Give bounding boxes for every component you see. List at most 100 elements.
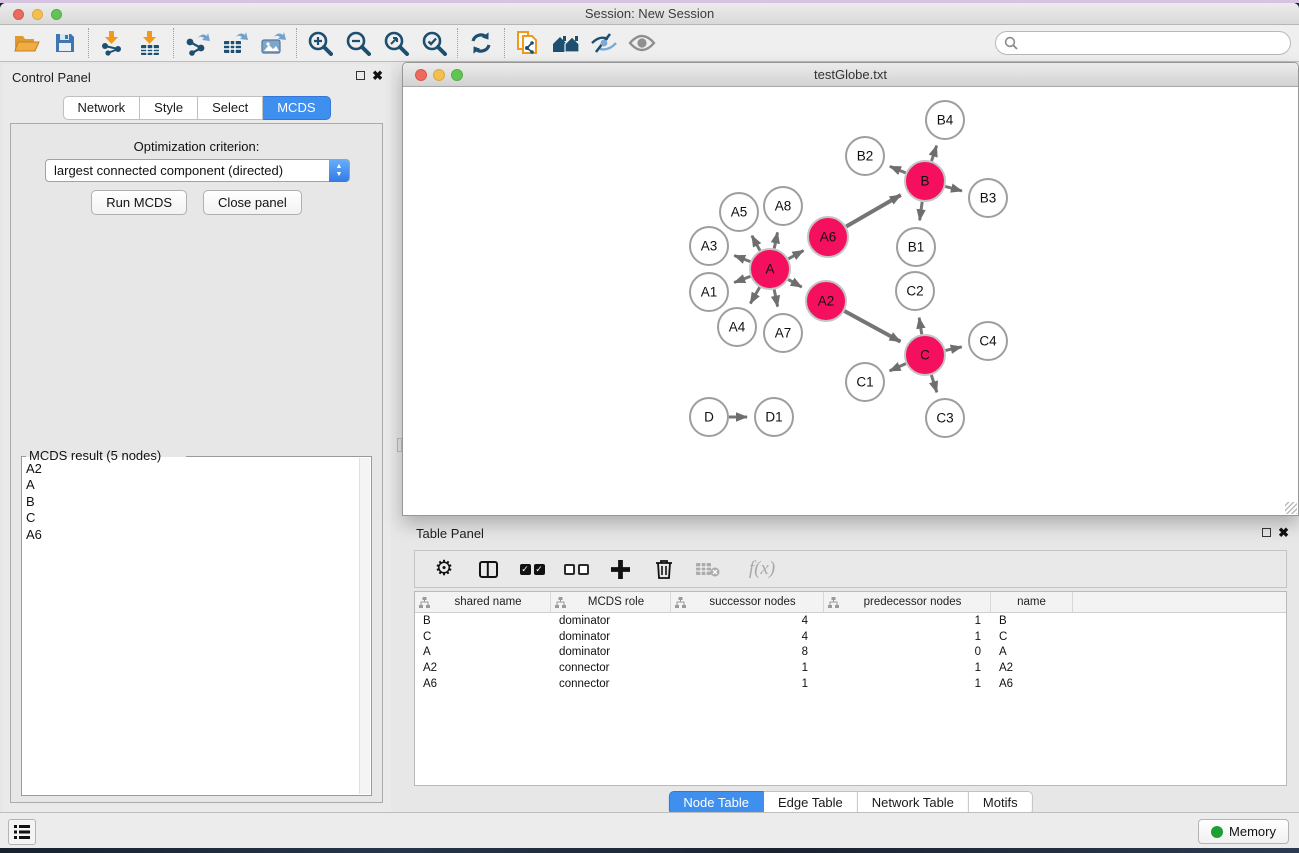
open-session-button[interactable] [8,27,46,59]
splitpane-handle[interactable] [397,438,402,452]
float-table-panel-icon[interactable] [1262,528,1271,537]
graph-node-B[interactable]: B [905,161,945,201]
graph-node-A7[interactable]: A7 [764,314,802,352]
graph-edge-B-B3[interactable] [945,186,962,190]
table-cell: 1 [824,631,991,643]
window-resize-grip[interactable] [1285,502,1297,514]
graph-node-B2[interactable]: B2 [846,137,884,175]
import-network-button[interactable] [93,27,131,59]
tab-mcds[interactable]: MCDS [263,96,330,120]
save-session-button[interactable] [46,27,84,59]
float-panel-icon[interactable] [356,71,365,80]
close-panel-button[interactable]: Close panel [203,190,302,215]
criterion-select[interactable]: largest connected component (directed) ▲… [45,159,350,182]
graph-node-A3[interactable]: A3 [690,227,728,265]
show-graphics-details-button[interactable] [623,27,661,59]
zoom-fit-button[interactable] [377,27,415,59]
close-table-panel-icon[interactable]: ✖ [1278,525,1289,541]
graph-node-A6[interactable]: A6 [808,217,848,257]
column-header-MCDS-role[interactable]: MCDS role [551,592,671,612]
graph-node-A5[interactable]: A5 [720,193,758,231]
tab-select[interactable]: Select [198,96,263,120]
graph-edge-A-A7[interactable] [774,290,777,307]
mcds-result-item[interactable]: C [26,510,357,526]
graph-node-B3[interactable]: B3 [969,179,1007,217]
graph-edge-C-C4[interactable] [945,347,961,351]
graph-node-D[interactable]: D [690,398,728,436]
graph-edge-C-C2[interactable] [919,318,922,335]
graph-edge-B-B4[interactable] [932,146,937,161]
tab-style[interactable]: Style [140,96,198,120]
column-header-name[interactable]: name [991,592,1073,612]
hide-graphics-details-button[interactable] [585,27,623,59]
table-row[interactable]: A6connector11A6 [415,676,1286,692]
task-history-button[interactable] [8,819,36,845]
graph-node-B4[interactable]: B4 [926,101,964,139]
add-column-button[interactable] [607,556,633,582]
close-panel-icon[interactable]: ✖ [372,68,383,84]
table-row[interactable]: Bdominator41B [415,613,1286,629]
home-layout-button[interactable] [547,27,585,59]
graph-edge-A-A5[interactable] [752,236,760,251]
graph-node-C2[interactable]: C2 [896,272,934,310]
table-row[interactable]: A2connector11A2 [415,660,1286,676]
zoom-in-button[interactable] [301,27,339,59]
mcds-result-item[interactable]: A2 [26,461,357,477]
network-window-titlebar[interactable]: testGlobe.txt [403,63,1298,87]
graph-edge-A6-B[interactable] [846,195,901,227]
graph-edge-A-A6[interactable] [788,251,803,259]
graph-node-D1[interactable]: D1 [755,398,793,436]
select-all-rows-button[interactable]: ✓✓ [519,556,545,582]
graph-node-C4[interactable]: C4 [969,322,1007,360]
deselect-all-rows-button[interactable] [563,556,589,582]
graph-edge-A-A3[interactable] [734,256,750,262]
graph-node-C[interactable]: C [905,335,945,375]
column-header-shared-name[interactable]: shared name [415,592,551,612]
graph-edge-B-B1[interactable] [920,202,923,220]
run-mcds-button[interactable]: Run MCDS [91,190,187,215]
mcds-result-list[interactable]: A2ABCA6 [26,461,357,791]
graph-node-A4[interactable]: A4 [718,308,756,346]
graph-node-B1[interactable]: B1 [897,228,935,266]
search-input[interactable] [995,31,1291,55]
zoom-out-button[interactable] [339,27,377,59]
graph-edge-B-B2[interactable] [890,166,906,173]
import-table-button[interactable] [131,27,169,59]
graph-edge-A-A8[interactable] [774,232,777,248]
tab-network[interactable]: Network [62,96,140,120]
export-network-button[interactable] [178,27,216,59]
graph-node-A8[interactable]: A8 [764,187,802,225]
zoom-selected-button[interactable] [415,27,453,59]
clone-network-button[interactable] [509,27,547,59]
mcds-result-scrollbar[interactable] [359,458,370,794]
export-table-button[interactable] [216,27,254,59]
graph-edge-A2-C[interactable] [844,311,900,342]
graph-edge-C-C1[interactable] [890,364,906,371]
column-visibility-button[interactable] [475,556,501,582]
network-canvas[interactable]: B4 B2 B B3 B1 A5 A8 A6 A3 A A1 A2 C2 A4A7 C4 C C1 C3 D D1 [403,87,1298,515]
graph-node-label: A8 [775,199,792,214]
graph-edge-A-A1[interactable] [734,276,750,282]
network-graph[interactable]: B4 B2 B B3 B1 A5 A8 A6 A3 A A1 A2 C2 A4A7 C4 C C1 C3 D D1 [403,87,1298,515]
memory-button[interactable]: Memory [1198,819,1289,844]
graph-edge-C-C3[interactable] [931,375,936,392]
graph-edge-A-A2[interactable] [788,279,801,287]
table-row[interactable]: Cdominator41C [415,629,1286,645]
graph-node-A[interactable]: A [750,249,790,289]
mcds-result-item[interactable]: A [26,477,357,493]
table-settings-button[interactable]: ⚙ [431,556,457,582]
column-header-predecessor-nodes[interactable]: predecessor nodes [824,592,991,612]
mcds-result-item[interactable]: A6 [26,527,357,543]
graph-node-A2[interactable]: A2 [806,281,846,321]
column-header-successor-nodes[interactable]: successor nodes [671,592,824,612]
delete-column-button[interactable] [651,556,677,582]
table-cell: 8 [671,646,824,658]
graph-edge-A-A4[interactable] [750,287,759,303]
mcds-result-item[interactable]: B [26,494,357,510]
export-image-button[interactable] [254,27,292,59]
graph-node-C1[interactable]: C1 [846,363,884,401]
table-row[interactable]: Adominator80A [415,645,1286,661]
refresh-button[interactable] [462,27,500,59]
graph-node-A1[interactable]: A1 [690,273,728,311]
graph-node-C3[interactable]: C3 [926,399,964,437]
